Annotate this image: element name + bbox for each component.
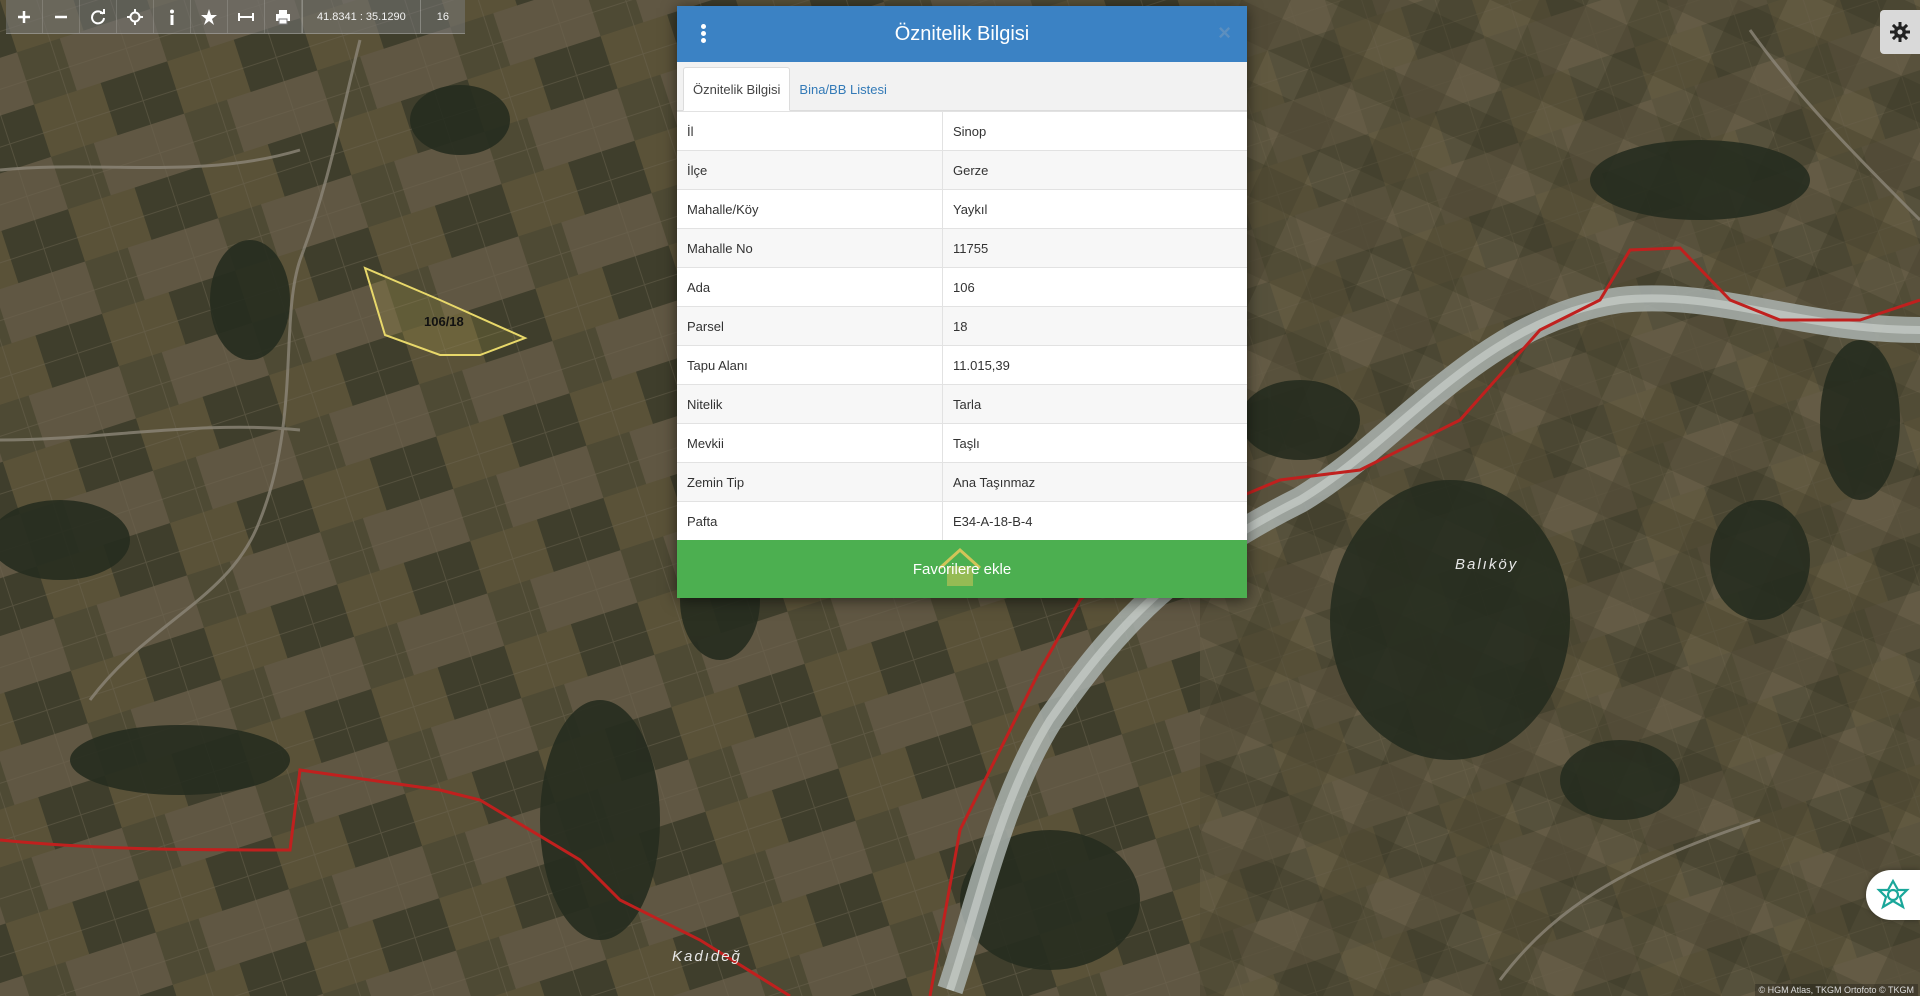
row-key: Ada — [677, 267, 943, 307]
add-to-favorites-button[interactable]: Favorilere ekle — [677, 540, 1247, 598]
row-value: 11755 — [942, 228, 1247, 268]
row-key: Tapu Alanı — [677, 345, 943, 385]
measure-icon — [238, 12, 254, 21]
refresh-icon — [91, 8, 105, 24]
print-button[interactable] — [265, 0, 302, 33]
row-value: Tarla — [942, 384, 1247, 424]
table-row: Mevkii Taşlı — [677, 423, 1247, 463]
row-value: 106 — [942, 267, 1247, 307]
row-key: Mahalle No — [677, 228, 943, 268]
row-value: Yaykıl — [942, 189, 1247, 229]
add-to-favorites-label: Favorilere ekle — [912, 560, 1012, 578]
minus-icon — [55, 15, 67, 18]
assistant-icon — [1876, 878, 1910, 910]
plus-icon — [18, 10, 30, 23]
dialog-title: Öznitelik Bilgisi — [894, 22, 1030, 45]
table-row: Mahalle/Köy Yaykıl — [677, 189, 1247, 229]
row-key: Mevkii — [677, 423, 943, 463]
info-icon — [170, 9, 174, 25]
table-row: Tapu Alanı 11.015,39 — [677, 345, 1247, 385]
table-row: İlçe Gerze — [677, 150, 1247, 190]
table-row: Pafta E34-A-18-B-4 — [677, 501, 1247, 540]
row-key: Pafta — [677, 501, 943, 540]
table-row: Mahalle No 11755 — [677, 228, 1247, 268]
favorites-button[interactable] — [191, 0, 228, 33]
row-value: Gerze — [942, 150, 1247, 190]
row-key: Parsel — [677, 306, 943, 346]
map-attribution: © HGM Atlas, TKGM Ortofoto © TKGM — [1754, 984, 1918, 996]
row-value: Ana Taşınmaz — [942, 462, 1247, 502]
tab-building-list[interactable]: Bina/BB Listesi — [790, 68, 895, 110]
row-value: Taşlı — [942, 423, 1247, 463]
place-label-balikoy: Balıköy — [1455, 556, 1519, 573]
row-key: İlçe — [677, 150, 943, 190]
row-key: Mahalle/Köy — [677, 189, 943, 229]
zoom-in-button[interactable] — [6, 0, 43, 33]
table-row: Ada 106 — [677, 267, 1247, 307]
gear-icon — [1890, 22, 1910, 42]
assistant-button[interactable] — [1866, 870, 1920, 920]
table-row: Zemin Tip Ana Taşınmaz — [677, 462, 1247, 502]
row-key: Nitelik — [677, 384, 943, 424]
row-key: İl — [677, 111, 943, 151]
info-button[interactable] — [154, 0, 191, 33]
zoom-level: 16 — [419, 0, 465, 33]
row-value: Sinop — [942, 111, 1247, 151]
row-key: Zemin Tip — [677, 462, 943, 502]
attribute-info-dialog: Öznitelik Bilgisi × Öznitelik Bilgisi Bi… — [677, 6, 1247, 598]
attribute-table: İl Sinop İlçe Gerze Mahalle/Köy Yaykıl Maha… — [677, 111, 1247, 540]
locate-button[interactable] — [117, 0, 154, 33]
dialog-header: Öznitelik Bilgisi × — [677, 6, 1247, 62]
table-row: Nitelik Tarla — [677, 384, 1247, 424]
place-label-kadideg: Kadıdeğ — [672, 948, 742, 965]
zoom-out-button[interactable] — [43, 0, 80, 33]
row-value: E34-A-18-B-4 — [942, 501, 1247, 540]
coordinate-readout: 41.8341 : 35.1290 — [302, 0, 420, 33]
star-icon — [201, 8, 217, 25]
measure-button[interactable] — [228, 0, 265, 33]
table-row: İl Sinop — [677, 111, 1247, 151]
settings-button[interactable] — [1880, 10, 1920, 54]
close-icon[interactable]: × — [1218, 20, 1231, 46]
kebab-menu-icon[interactable] — [701, 24, 707, 44]
print-icon — [276, 9, 290, 24]
locate-icon — [127, 8, 143, 25]
dialog-tabs: Öznitelik Bilgisi Bina/BB Listesi — [677, 62, 1247, 111]
row-value: 18 — [942, 306, 1247, 346]
row-value: 11.015,39 — [942, 345, 1247, 385]
table-row: Parsel 18 — [677, 306, 1247, 346]
map-toolbar: 41.8341 : 35.1290 16 — [6, 0, 465, 34]
refresh-button[interactable] — [80, 0, 117, 33]
tab-attribute-info[interactable]: Öznitelik Bilgisi — [683, 67, 791, 111]
parcel-label: 106/18 — [424, 314, 464, 329]
